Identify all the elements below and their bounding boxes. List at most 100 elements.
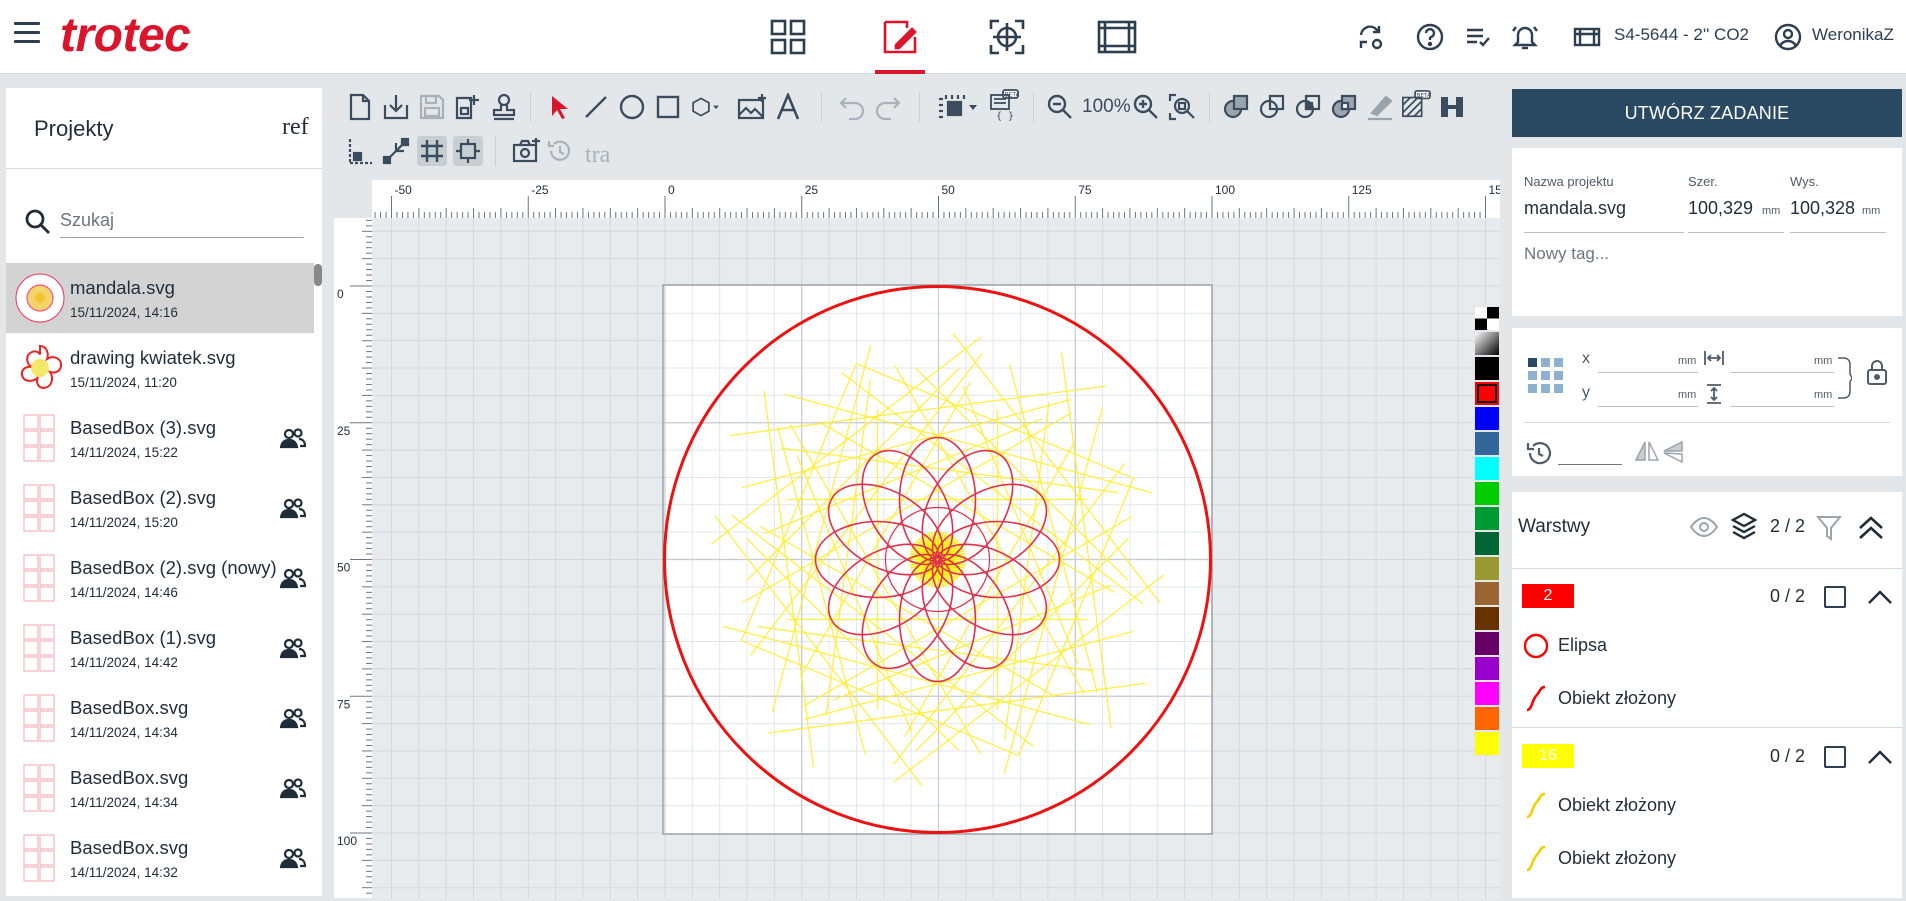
node-edit-icon[interactable] (381, 136, 411, 166)
layer-select-checkbox[interactable] (1824, 746, 1846, 768)
color-swatch[interactable] (1474, 681, 1500, 706)
arrange-dropdown-icon[interactable] (937, 92, 979, 122)
user-avatar-icon[interactable] (1771, 20, 1805, 54)
layer-object-label[interactable]: Obiekt złożony (1558, 848, 1676, 869)
device-name[interactable]: S4-5644 - 2'' CO2 (1614, 25, 1749, 45)
new-file-icon[interactable] (345, 92, 375, 122)
image-import-icon[interactable] (737, 92, 767, 122)
redo-icon[interactable] (873, 92, 903, 122)
layer-collapse-icon[interactable] (1866, 586, 1894, 608)
shared-users-icon[interactable] (280, 777, 306, 799)
menu-icon[interactable] (14, 22, 40, 44)
color-swatch[interactable] (1474, 581, 1500, 606)
layer-object-label[interactable]: Obiekt złożony (1558, 688, 1676, 709)
import-icon[interactable] (381, 92, 411, 122)
save-icon[interactable] (417, 92, 447, 122)
filter-icon[interactable] (1816, 514, 1842, 542)
trace-label[interactable]: tra (585, 142, 610, 169)
ellipse-tool-icon[interactable] (617, 92, 647, 122)
tag-input[interactable]: Nowy tag... (1524, 244, 1609, 264)
color-swatch[interactable] (1474, 556, 1500, 581)
align-icon[interactable] (1437, 92, 1467, 122)
color-swatch[interactable] (1474, 631, 1500, 656)
eraser-icon[interactable] (1365, 92, 1395, 122)
file-list-item[interactable]: BasedBox.svg 14/11/2024, 14:34 (6, 753, 314, 823)
flip-vertical-icon[interactable] (1662, 440, 1684, 464)
h-input[interactable] (1730, 406, 1834, 407)
color-swatch[interactable] (1474, 381, 1500, 406)
rotate-icon[interactable] (1524, 438, 1554, 468)
shared-users-icon[interactable] (280, 637, 306, 659)
search-input[interactable] (60, 204, 304, 238)
anchor-grid-icon[interactable] (1528, 358, 1568, 398)
zoom-fit-icon[interactable] (1167, 92, 1197, 122)
grid-toggle-icon[interactable] (417, 136, 447, 166)
shared-users-icon[interactable] (280, 427, 306, 449)
shared-users-icon[interactable] (280, 497, 306, 519)
jobs-queue-icon[interactable] (1092, 12, 1142, 62)
color-swatch[interactable] (1474, 606, 1500, 631)
snap-icon[interactable] (453, 136, 483, 166)
lock-icon[interactable] (1866, 358, 1888, 386)
variables-beta-icon[interactable]: BETA{ } (989, 89, 1019, 121)
file-list-item[interactable]: BasedBox.svg 14/11/2024, 14:32 (6, 823, 314, 893)
text-tool-icon[interactable] (773, 92, 803, 122)
boolean-exclude-icon[interactable] (1329, 92, 1359, 122)
color-swatch[interactable] (1474, 731, 1500, 756)
design-canvas[interactable] (372, 218, 1500, 898)
shared-users-icon[interactable] (280, 847, 306, 869)
color-swatch[interactable] (1474, 431, 1500, 456)
layers-stack-icon[interactable] (1730, 512, 1758, 542)
help-icon[interactable] (1413, 20, 1447, 54)
collapse-all-icon[interactable] (1856, 514, 1886, 542)
width-field[interactable]: 100,329 (1688, 198, 1753, 219)
trace-history-icon[interactable] (545, 136, 575, 166)
laser-machine-icon[interactable] (1570, 20, 1604, 54)
project-name-field[interactable]: mandala.svg (1524, 198, 1626, 219)
y-input[interactable] (1598, 406, 1698, 407)
undo-icon[interactable] (837, 92, 867, 122)
position-target-icon[interactable] (982, 12, 1032, 62)
user-name[interactable]: WeronikaZ (1812, 25, 1894, 45)
flip-horizontal-icon[interactable] (1634, 440, 1660, 464)
file-list-item[interactable]: BasedBox (1).svg 14/11/2024, 14:42 (6, 613, 314, 683)
save-as-icon[interactable] (453, 92, 483, 122)
color-swatch-gradient[interactable] (1474, 331, 1500, 356)
color-swatch-pattern[interactable] (1474, 306, 1500, 331)
shared-users-icon[interactable] (280, 567, 306, 589)
scrollbar-thumb[interactable] (314, 264, 322, 286)
boolean-union-icon[interactable] (1221, 92, 1251, 122)
height-field[interactable]: 100,328 (1790, 198, 1855, 219)
visibility-eye-icon[interactable] (1690, 516, 1718, 538)
file-list-item[interactable]: BasedBox (2).svg (nowy) 14/11/2024, 14:46 (6, 543, 314, 613)
color-swatch[interactable] (1474, 456, 1500, 481)
layer-object-label[interactable]: Elipsa (1558, 635, 1607, 656)
file-list-item[interactable]: mandala.svg 15/11/2024, 14:16 (6, 263, 314, 333)
file-list-item[interactable]: BasedBox (3).svg 14/11/2024, 15:22 (6, 403, 314, 473)
task-list-icon[interactable] (1461, 20, 1495, 54)
zoom-in-icon[interactable] (1131, 92, 1161, 122)
hatch-beta-icon[interactable]: BETA (1401, 90, 1431, 120)
color-swatch[interactable] (1474, 706, 1500, 731)
x-input[interactable] (1598, 372, 1698, 373)
polygon-tool-icon[interactable] (691, 92, 721, 122)
notifications-bell-icon[interactable] (1508, 20, 1542, 54)
color-swatch[interactable] (1474, 406, 1500, 431)
boolean-subtract-icon[interactable] (1257, 92, 1287, 122)
distribute-icon[interactable] (345, 136, 375, 166)
color-swatch[interactable] (1474, 356, 1500, 381)
w-input[interactable] (1730, 372, 1834, 373)
boolean-intersect-icon[interactable] (1293, 92, 1323, 122)
color-swatch[interactable] (1474, 656, 1500, 681)
shared-users-icon[interactable] (280, 707, 306, 729)
design-editor-icon[interactable] (875, 12, 925, 74)
file-list-item[interactable]: BasedBox.svg 14/11/2024, 14:34 (6, 683, 314, 753)
color-swatch[interactable] (1474, 506, 1500, 531)
layer-color-badge[interactable]: 16 (1522, 744, 1574, 768)
zoom-out-icon[interactable] (1045, 92, 1075, 122)
color-swatch[interactable] (1474, 481, 1500, 506)
dashboard-icon[interactable] (763, 12, 813, 62)
file-list-item[interactable]: drawing kwiatek.svg 15/11/2024, 11:20 (6, 333, 314, 403)
color-swatch[interactable] (1474, 531, 1500, 556)
layer-object-label[interactable]: Obiekt złożony (1558, 795, 1676, 816)
